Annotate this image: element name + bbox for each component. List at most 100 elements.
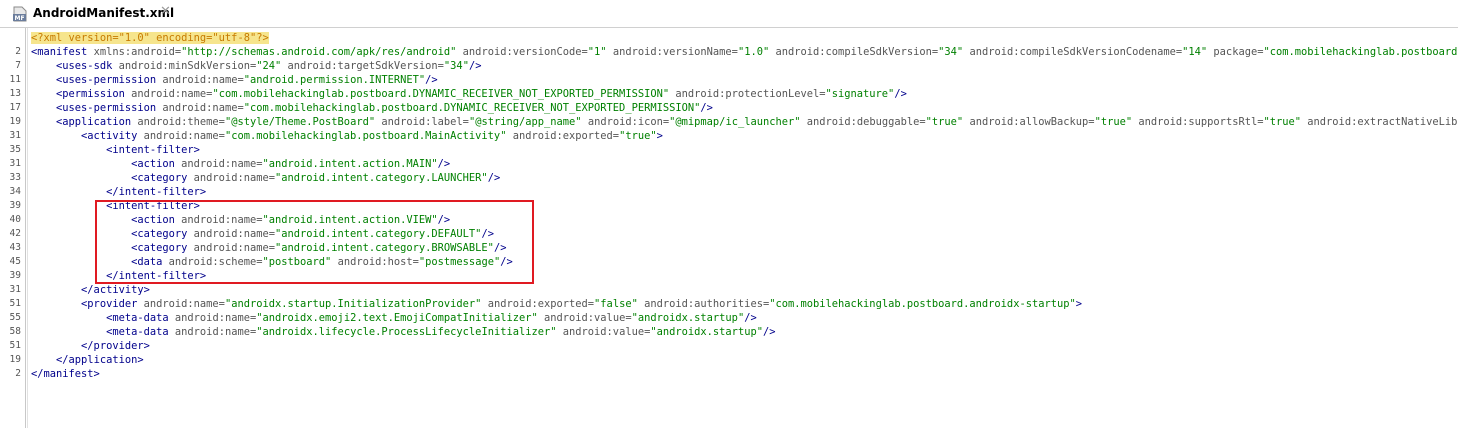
code-token-attr: android:minSdkVersion= (118, 60, 257, 72)
code-token-tag: /> (487, 172, 501, 184)
code-token-val: "com.mobilehackinglab.postboard.MainActi… (224, 130, 513, 142)
code-token-attr: android:name= (131, 88, 213, 100)
code-line[interactable]: <uses-permission android:name="com.mobil… (31, 101, 713, 115)
code-line[interactable]: <meta-data android:name="androidx.lifecy… (31, 325, 775, 339)
code-line[interactable]: <application android:theme="@style/Theme… (31, 115, 1458, 129)
code-token-tag: /> (425, 74, 438, 86)
code-token-attr: android:theme= (137, 116, 225, 128)
line-number: 51 (9, 298, 21, 309)
line-number: 11 (9, 74, 21, 85)
code-token-val: "@style/Theme.PostBoard" (224, 116, 382, 128)
code-token-tag: > (656, 130, 663, 142)
code-token-tag: <uses-permission (56, 102, 163, 114)
line-number: 45 (9, 256, 21, 267)
code-token-attr: android:name= (174, 326, 257, 338)
code-token-attr: android:name= (143, 298, 225, 310)
code-token-tag: </activity> (81, 284, 150, 296)
code-token-val: "com.mobilehackinglab.postboard" (1263, 46, 1458, 58)
code-token-val: "androidx.emoji2.text.EmojiCompatInitial… (256, 312, 544, 324)
code-token-tag: /> (894, 88, 907, 100)
line-number: 33 (9, 172, 21, 183)
line-number: 17 (9, 102, 21, 113)
code-line[interactable]: </provider> (31, 339, 150, 353)
code-token-attr: android:name= (181, 158, 263, 170)
code-token-val: "true" (925, 116, 970, 128)
code-token-tag: <action (131, 158, 182, 170)
code-line[interactable]: <action android:name="android.intent.act… (31, 157, 450, 171)
code-token-val: "com.mobilehackinglab.postboard.DYNAMIC_… (243, 102, 701, 114)
code-token-val: "androidx.startup" (650, 326, 763, 338)
code-editor[interactable]: <?xml version="1.0" encoding="utf-8"?> 2 <… (0, 28, 1458, 428)
code-token-val: "android.permission.INTERNET" (243, 74, 426, 86)
code-token-val: "24" (256, 60, 288, 72)
manifest-file-icon: MF (13, 6, 27, 22)
code-line[interactable]: <provider android:name="androidx.startup… (31, 297, 1082, 311)
code-token-attr: android:name= (162, 74, 244, 86)
code-line[interactable]: <permission android:name="com.mobilehack… (31, 87, 907, 101)
code-token-attr: android:name= (193, 172, 275, 184)
line-number: 39 (9, 200, 21, 211)
code-token-tag: <activity (81, 130, 144, 142)
code-line[interactable]: <activity android:name="com.mobilehackin… (31, 129, 663, 143)
editor-tab-bar: MF AndroidManifest.xml ✕ (0, 0, 1458, 28)
code-token-val: "1" (587, 46, 613, 58)
line-number: 39 (9, 270, 21, 281)
code-token-tag: /> (744, 312, 757, 324)
code-token-val: "true" (1094, 116, 1139, 128)
code-token-val: "android.intent.action.MAIN" (262, 158, 438, 170)
code-line[interactable]: </manifest> (31, 367, 100, 381)
code-token-tag: <provider (81, 298, 144, 310)
close-icon[interactable]: ✕ (160, 5, 171, 18)
line-number: 43 (9, 242, 21, 253)
line-number: 31 (9, 130, 21, 141)
code-token-attr: android:authorities= (644, 298, 770, 310)
code-token-attr: android:value= (562, 326, 651, 338)
code-token-val: "14" (1182, 46, 1214, 58)
line-number: 2 (15, 46, 21, 57)
code-token-tag: > (1075, 298, 1083, 310)
code-token-attr: android:versionName= (612, 46, 738, 58)
code-line[interactable]: <meta-data android:name="androidx.emoji2… (31, 311, 757, 325)
code-token-attr: android:exported= (512, 130, 620, 142)
code-line[interactable]: <?xml version="1.0" encoding="utf-8"?> (31, 31, 269, 45)
code-token-attr: android:name= (143, 130, 225, 142)
code-line[interactable]: </activity> (31, 283, 150, 297)
code-line[interactable]: </intent-filter> (31, 185, 206, 199)
code-token-tag: </manifest> (31, 368, 100, 380)
code-token-attr: android:value= (544, 312, 632, 324)
line-number: 55 (9, 312, 21, 323)
line-number: 31 (9, 158, 21, 169)
code-token-attr: android:name= (162, 102, 244, 114)
code-token-val: "androidx.lifecycle.ProcessLifecycleInit… (256, 326, 563, 338)
code-token-val: "android.intent.category.LAUNCHER" (274, 172, 488, 184)
code-token-attr: android:versionCode= (462, 46, 588, 58)
code-token-val: "com.mobilehackinglab.postboard.DYNAMIC_… (212, 88, 676, 100)
code-token-val: "true" (1263, 116, 1308, 128)
code-token-val: "@mipmap/ic_launcher" (669, 116, 807, 128)
code-token-attr: android:compileSdkVersionCodename= (969, 46, 1183, 58)
code-token-tag: </application> (56, 354, 144, 366)
code-token-val: "34" (938, 46, 970, 58)
code-line[interactable]: </application> (31, 353, 144, 367)
code-token-val: "1.0" (737, 46, 776, 58)
code-line[interactable]: <manifest xmlns:android="http://schemas.… (31, 45, 1458, 59)
code-token-tag: <permission (56, 88, 132, 100)
code-line[interactable]: <uses-permission android:name="android.p… (31, 73, 438, 87)
code-line[interactable]: <category android:name="android.intent.c… (31, 171, 500, 185)
code-token-tag: <intent-filter> (106, 144, 200, 156)
code-token-attr: android:icon= (587, 116, 670, 128)
code-line[interactable]: <intent-filter> (31, 143, 200, 157)
code-token-val: "http://schemas.android.com/apk/res/andr… (181, 46, 463, 58)
line-number (0, 31, 21, 45)
tab-android-manifest[interactable]: MF AndroidManifest.xml ✕ (0, 0, 188, 27)
code-line[interactable]: <uses-sdk android:minSdkVersion="24" and… (31, 59, 481, 73)
